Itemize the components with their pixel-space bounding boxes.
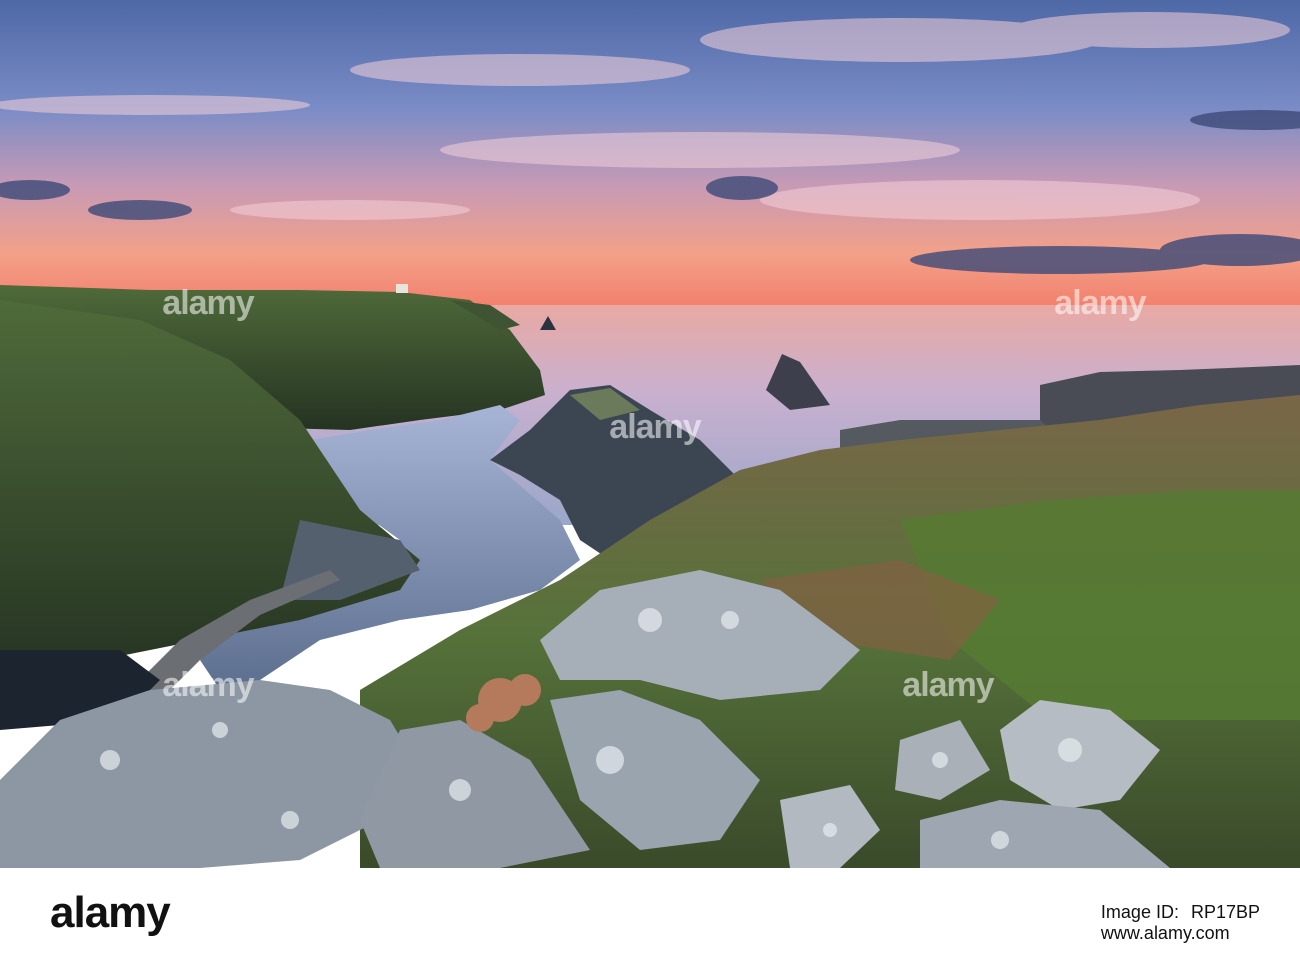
image-reference: Image ID: RP17BP www.alamy.com xyxy=(1101,902,1260,944)
logo-text: alamy xyxy=(50,888,171,937)
stock-footer: alamy Image ID: RP17BP www.alamy.com xyxy=(0,868,1300,956)
coastal-sunset-scene xyxy=(0,0,1300,868)
image-id-value: RP17BP xyxy=(1190,902,1260,922)
alamy-logo: alamy xyxy=(50,888,171,938)
site-url: www.alamy.com xyxy=(1100,923,1230,943)
landscape-photo: alamy alamy alamy alamy alamy xyxy=(0,0,1300,868)
image-id-label: Image ID: xyxy=(1100,902,1179,922)
